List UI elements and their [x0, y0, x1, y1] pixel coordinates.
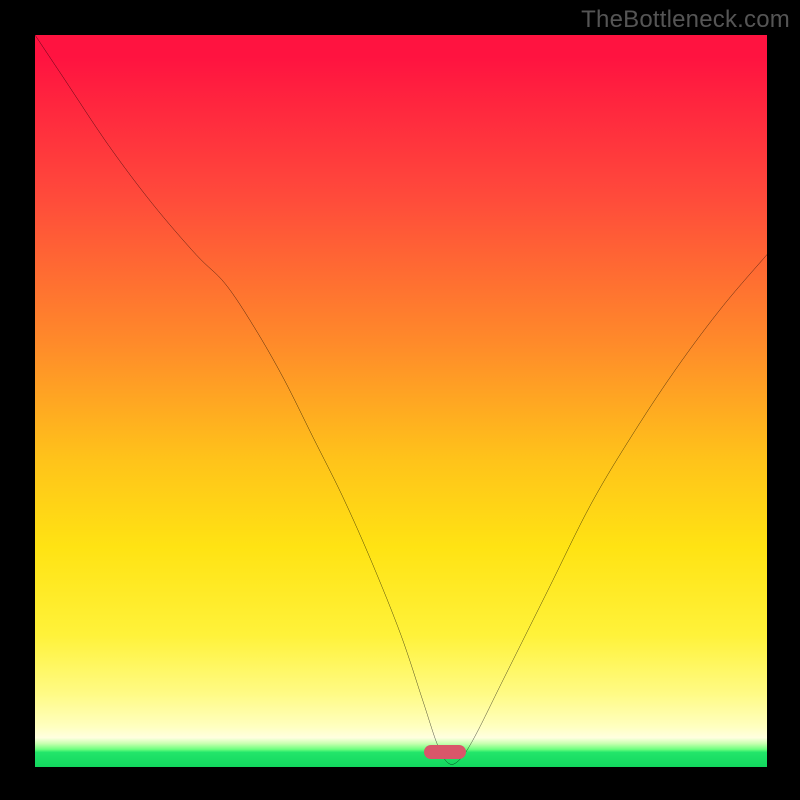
minimum-marker — [424, 745, 466, 759]
curve-svg — [35, 35, 767, 767]
bottleneck-curve-path — [35, 35, 767, 764]
plot-area — [34, 34, 768, 768]
chart-frame: TheBottleneck.com — [0, 0, 800, 800]
watermark-text: TheBottleneck.com — [581, 6, 790, 34]
